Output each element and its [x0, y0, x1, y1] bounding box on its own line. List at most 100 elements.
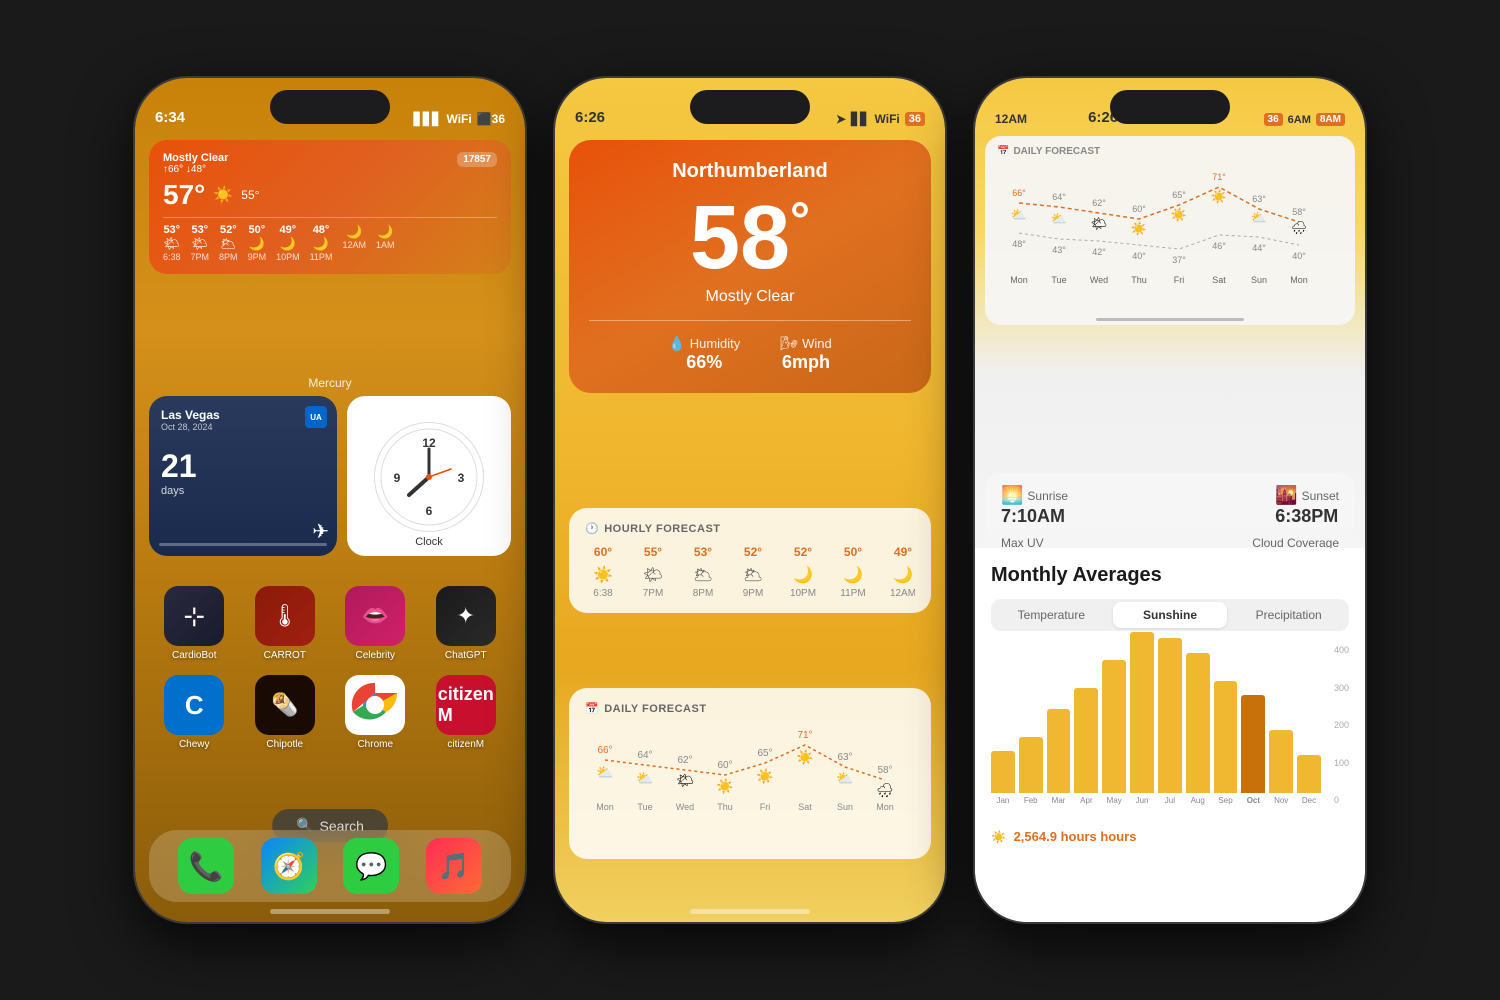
home-indicator-2 [690, 909, 810, 914]
svg-text:63°: 63° [837, 752, 852, 763]
app-icon-chipotle: 🌯 [255, 675, 315, 735]
h-5: 50°🌙11PM [835, 545, 871, 599]
app-chewy[interactable]: C Chewy [158, 675, 230, 750]
fc-1: 53°🌤7PM [191, 224, 210, 262]
svg-text:🌧: 🌧 [1291, 220, 1308, 235]
bar-feb: Feb [1019, 737, 1043, 805]
svg-text:☀️: ☀️ [756, 767, 774, 785]
app-icon-chatgpt: ✦ [436, 586, 496, 646]
dock-messages[interactable]: 💬 [343, 838, 399, 894]
notch-3 [1110, 90, 1230, 124]
app-carrot[interactable]: 🌡 CARROT [249, 586, 321, 661]
app-row-1: ⊹ CardioBot 🌡 CARROT 👄 Celebrity ✦ ChatG… [149, 586, 511, 661]
svg-text:☀️: ☀️ [1171, 206, 1187, 223]
svg-text:Tue: Tue [637, 802, 652, 812]
svg-text:6: 6 [426, 504, 433, 518]
sun-small-icon: ☀️ [991, 830, 1006, 844]
svg-text:Thu: Thu [717, 802, 733, 812]
signal-icon: ▋▋▋ [414, 112, 442, 126]
svg-text:⛅: ⛅ [836, 770, 853, 786]
app-citizenm[interactable]: citizenM citizenM [430, 675, 502, 750]
tab-sunshine[interactable]: Sunshine [1113, 602, 1228, 628]
app-chatgpt[interactable]: ✦ ChatGPT [430, 586, 502, 661]
sunrise-icon: 🌅 [1001, 485, 1023, 506]
bar-chart: Jan Feb Mar Apr May Jun Jul Aug Sep Oct … [991, 645, 1349, 825]
status-icons-1: ▋▋▋ WiFi ⬛36 [414, 112, 505, 126]
sunset-label: Sunset [1302, 489, 1339, 503]
svg-text:Fri: Fri [1174, 275, 1185, 285]
wind-stat: 🌬Wind 6mph [780, 335, 831, 373]
bar-jul: Jul [1158, 638, 1182, 805]
weather-badge: 17857 [457, 152, 497, 167]
app-label-chewy: Chewy [179, 739, 210, 750]
app-label-carrot: CARROT [264, 650, 306, 661]
sunset-time: 6:38PM [1275, 506, 1339, 527]
svg-text:42°: 42° [1092, 247, 1106, 257]
tab-temperature[interactable]: Temperature [994, 602, 1109, 628]
svg-text:46°: 46° [1212, 241, 1226, 251]
widget-clock[interactable]: 12 3 6 9 Clock [347, 396, 511, 556]
app-label-chipotle: Chipotle [266, 739, 303, 750]
svg-text:⛅: ⛅ [1051, 211, 1067, 226]
dock-safari[interactable]: 🧭 [261, 838, 317, 894]
svg-text:71°: 71° [1212, 172, 1226, 182]
monthly-title: Monthly Averages [991, 564, 1349, 587]
svg-text:58°: 58° [877, 765, 892, 776]
fc-5: 48°🌙11PM [310, 224, 333, 262]
cal-3-icon: 📅 [997, 146, 1009, 157]
svg-text:Sat: Sat [798, 802, 812, 812]
svg-text:71°: 71° [797, 730, 812, 741]
app-cardiobot[interactable]: ⊹ CardioBot [158, 586, 230, 661]
app-chipotle[interactable]: 🌯 Chipotle [249, 675, 321, 750]
home-indicator-1 [270, 909, 390, 914]
svg-text:64°: 64° [637, 750, 652, 761]
united-days: 21 [161, 448, 325, 485]
svg-text:Mon: Mon [1290, 275, 1308, 285]
weather-main-deg: 58° [589, 193, 911, 283]
weather-main-temp: 57° [163, 179, 205, 211]
svg-text:Thu: Thu [1131, 275, 1147, 285]
sunset-item: 🌇 Sunset 6:38PM [1275, 485, 1339, 527]
svg-text:🌧: 🌧 [876, 782, 894, 798]
svg-text:☀️: ☀️ [716, 777, 734, 795]
app-label-celebrity: Celebrity [356, 650, 395, 661]
app-icon-carrot: 🌡 [255, 586, 315, 646]
svg-text:65°: 65° [1172, 190, 1186, 200]
app-icon-celebrity: 👄 [345, 586, 405, 646]
svg-text:62°: 62° [1092, 198, 1106, 208]
h-4: 52°🌙10PM [785, 545, 821, 599]
weather-stats: 💧Humidity 66% 🌬Wind 6mph [589, 335, 911, 373]
bar-mar: Mar [1047, 709, 1071, 805]
weather-hi-lo: ↑66° ↓48° [163, 164, 228, 175]
svg-text:43°: 43° [1052, 245, 1066, 255]
status-time-2: 6:26 [575, 109, 605, 126]
widget-united[interactable]: UA Las Vegas Oct 28, 2024 21 days ✈ [149, 396, 337, 556]
svg-text:Tue: Tue [1051, 275, 1066, 285]
wifi-2-icon: WiFi [875, 112, 900, 126]
svg-text:Mon: Mon [596, 802, 614, 812]
svg-text:🌤: 🌤 [676, 772, 694, 788]
svg-text:Wed: Wed [676, 802, 694, 812]
bar-chart-bars: Jan Feb Mar Apr May Jun Jul Aug Sep Oct … [991, 645, 1321, 805]
dock: 📞 🧭 💬 🎵 [149, 830, 511, 902]
weather-forecast-row: 53°🌤6:38 53°🌤7PM 52°🌥8PM 50°🌙9PM 49°🌙10P… [163, 224, 497, 262]
bar-jan: Jan [991, 751, 1015, 805]
app-celebrity[interactable]: 👄 Celebrity [339, 586, 411, 661]
app-icon-citizenm: citizenM [436, 675, 496, 735]
svg-text:Sun: Sun [1251, 275, 1267, 285]
svg-text:37°: 37° [1172, 255, 1186, 265]
bar-jun: Jun [1130, 632, 1154, 805]
tab-precipitation[interactable]: Precipitation [1231, 602, 1346, 628]
weather-title: Mostly Clear [163, 152, 228, 164]
sunrise-label: Sunrise [1027, 489, 1068, 503]
folder-mercury-label: Mercury [135, 376, 525, 390]
fc-3: 50°🌙9PM [248, 224, 267, 262]
signal-2-icon: ▋▋ [851, 112, 869, 126]
app-icon-chrome [345, 675, 405, 735]
weather-widget[interactable]: Mostly Clear ↑66° ↓48° 17857 57° ☀️ 55° … [149, 140, 511, 274]
sunrise-time: 7:10AM [1001, 506, 1068, 527]
app-chrome[interactable]: Chrome [339, 675, 411, 750]
dock-phone[interactable]: 📞 [178, 838, 234, 894]
dock-music[interactable]: 🎵 [426, 838, 482, 894]
h-1: 55°🌤7PM [635, 545, 671, 599]
